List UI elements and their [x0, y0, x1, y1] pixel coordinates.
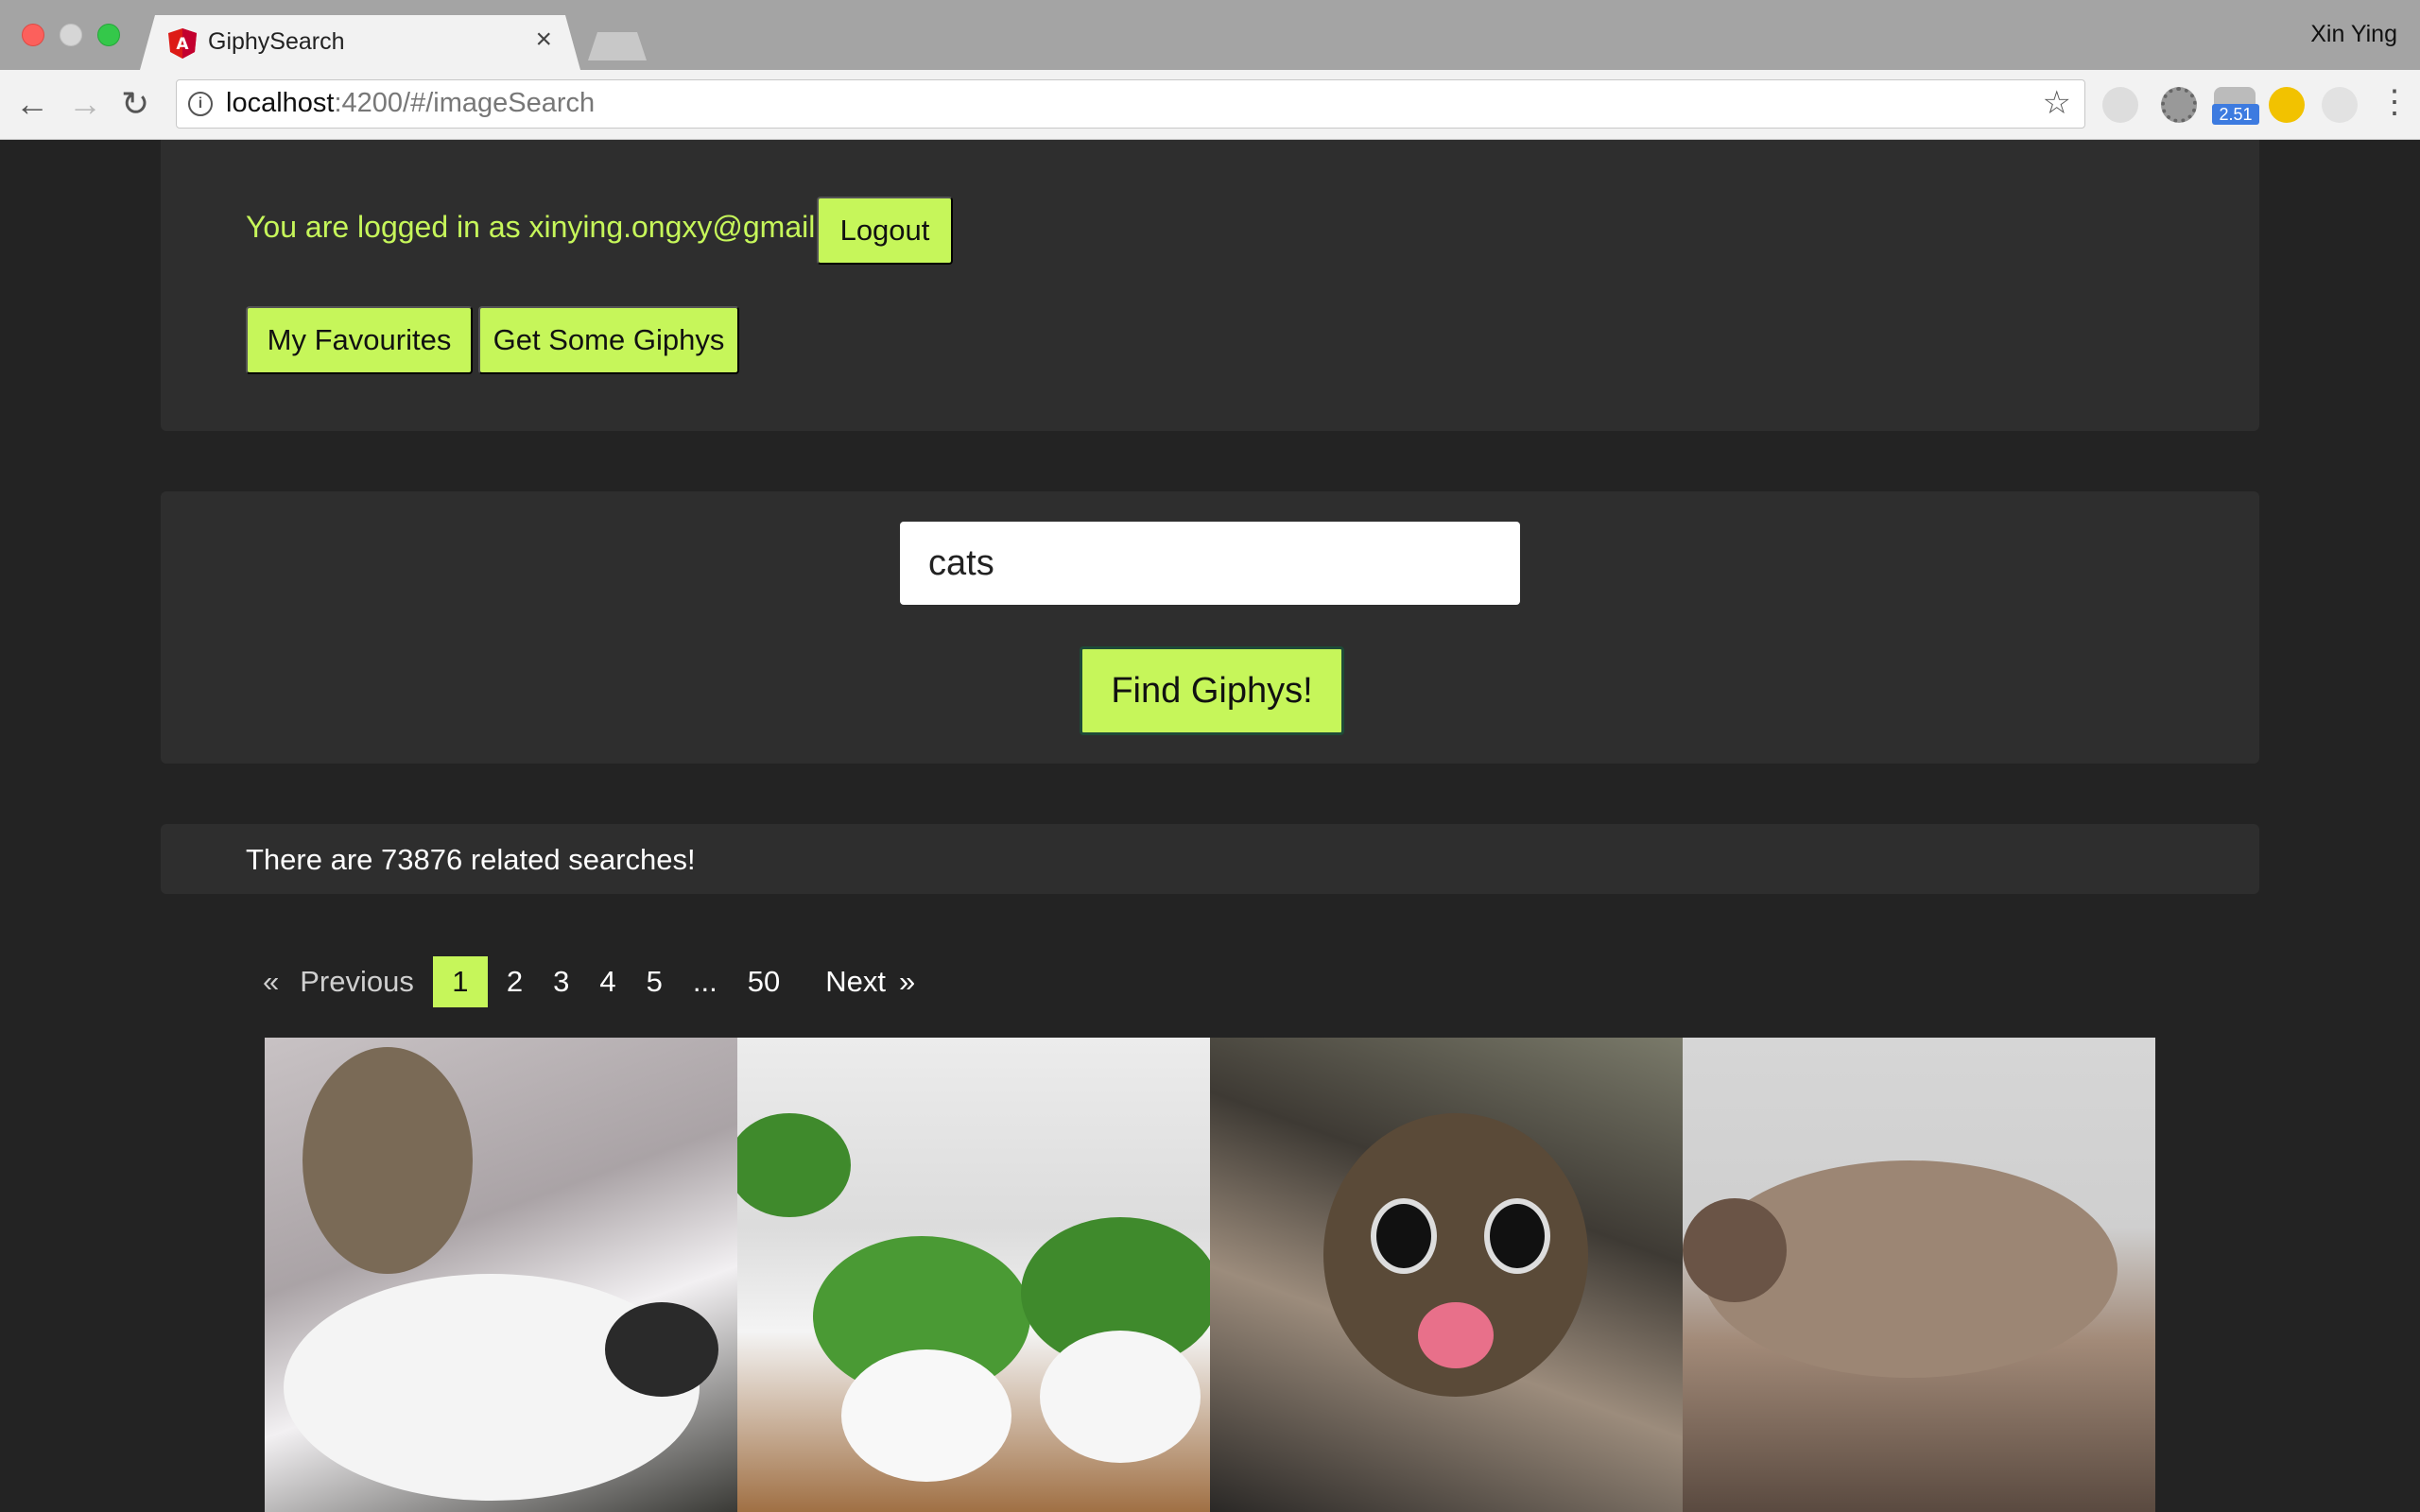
angular-icon: A: [168, 28, 197, 59]
gif-result-image[interactable]: [737, 1038, 1210, 1512]
star-icon[interactable]: ☆: [2043, 84, 2071, 122]
logout-button[interactable]: Logout: [817, 197, 953, 265]
search-input[interactable]: [900, 522, 1520, 605]
gif-result-image[interactable]: [1210, 1038, 1683, 1512]
next-page-link[interactable]: Next: [795, 956, 893, 1007]
extension-icon[interactable]: [2102, 87, 2138, 123]
get-some-giphys-button[interactable]: Get Some Giphys: [478, 306, 739, 374]
page-link-50[interactable]: 50: [733, 956, 795, 1007]
gif-grid: [265, 1038, 2155, 1512]
logged-in-text: You are logged in as xinying.ongxy@gmail…: [246, 210, 881, 244]
url-text[interactable]: localhost:4200/#/imageSearch: [226, 88, 595, 119]
page-ellipsis: ...: [692, 965, 717, 998]
maximize-window-button[interactable]: [97, 24, 120, 46]
results-count-text: There are 73876 related searches!: [246, 843, 696, 876]
new-tab-button[interactable]: [588, 32, 647, 60]
my-favourites-button[interactable]: My Favourites: [246, 306, 473, 374]
page-link-3[interactable]: 3: [538, 956, 584, 1007]
profile-name[interactable]: Xin Ying: [2310, 21, 2397, 48]
tab-title: GiphySearch: [208, 28, 345, 55]
browser-tab[interactable]: A GiphySearch ×: [140, 15, 580, 70]
back-arrow-icon[interactable]: ←: [15, 83, 49, 125]
gif-result-image[interactable]: [1683, 1038, 2155, 1512]
results-count-panel: There are 73876 related searches!: [161, 824, 2259, 894]
browser-titlebar: A GiphySearch × Xin Ying: [0, 0, 2420, 70]
svg-text:A: A: [176, 35, 189, 54]
browser-toolbar: ← → ↻ i localhost:4200/#/imageSearch ☆ ⋮: [0, 70, 2420, 140]
menu-dots-icon[interactable]: ⋮: [2378, 83, 2411, 121]
next-arrow-icon[interactable]: »: [893, 956, 930, 1007]
find-giphys-button[interactable]: Find Giphys!: [1080, 646, 1344, 735]
page-link-1[interactable]: 1: [432, 956, 488, 1007]
reload-icon[interactable]: ↻: [121, 83, 149, 125]
page-link-2[interactable]: 2: [492, 956, 538, 1007]
close-window-button[interactable]: [22, 24, 44, 46]
extension-gear-icon[interactable]: [2161, 87, 2197, 123]
extension-badge: 2.51: [2212, 104, 2259, 125]
extension-moon-icon[interactable]: [2269, 87, 2305, 123]
address-bar[interactable]: i localhost:4200/#/imageSearch ☆: [176, 79, 2085, 129]
page-link-4[interactable]: 4: [584, 956, 631, 1007]
search-panel: Find Giphys!: [161, 491, 2259, 764]
previous-page-link[interactable]: Previous: [285, 956, 429, 1007]
pagination: « Previous 1 2 3 4 5 ... 50 Next »: [248, 956, 930, 1007]
page-link-5[interactable]: 5: [631, 956, 678, 1007]
previous-arrow-icon[interactable]: «: [248, 956, 285, 1007]
extension-google-icon[interactable]: [2322, 87, 2358, 123]
gif-result-image[interactable]: [265, 1038, 737, 1512]
info-icon[interactable]: i: [188, 92, 213, 116]
forward-arrow-icon[interactable]: →: [68, 83, 102, 125]
user-panel: You are logged in as xinying.ongxy@gmail…: [161, 140, 2259, 431]
tab-close-icon[interactable]: ×: [535, 24, 552, 56]
minimize-window-button[interactable]: [60, 24, 82, 46]
